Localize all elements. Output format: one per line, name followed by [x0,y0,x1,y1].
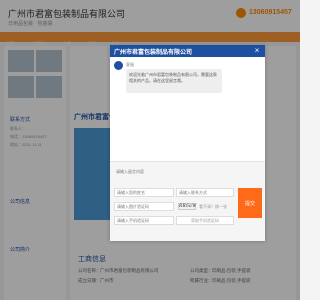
greeting-text: 欢迎光临广州市君富包装制品有限公司，需要这款相关的产品，请在这里留言哦。 [129,72,217,83]
chat-area: 客服 欢迎光临广州市君富包装制品有限公司，需要这款相关的产品，请在这里留言哦。 [110,57,265,161]
dialog-header: 广州市君富包装制品有限公司 × [110,45,265,57]
captcha-refresh-link[interactable]: 看不清？换一张 [199,204,227,210]
avatar [114,61,123,70]
message-dialog: 广州市君富包装制品有限公司 × 客服 欢迎光临广州市君富包装制品有限公司，需要这… [110,45,265,241]
message-input[interactable] [114,165,238,177]
greeting-bubble: 欢迎光临广州市君富包装制品有限公司，需要这款相关的产品，请在这里留言哦。 [126,69,222,93]
get-sms-code-button[interactable] [176,216,234,225]
dialog-title: 广州市君富包装制品有限公司 [114,50,193,56]
submit-button[interactable]: 提交 [238,188,262,218]
close-icon[interactable]: × [252,46,262,56]
contact-field[interactable] [176,188,234,197]
name-field[interactable] [114,188,174,197]
image-code-field[interactable] [114,202,174,211]
message-form: RR6aW 看不清？换一张 提交 [110,161,265,241]
captcha-image[interactable]: RR6aW [178,203,196,210]
sms-code-field[interactable] [114,216,174,225]
agent-name: 客服 [126,62,134,67]
